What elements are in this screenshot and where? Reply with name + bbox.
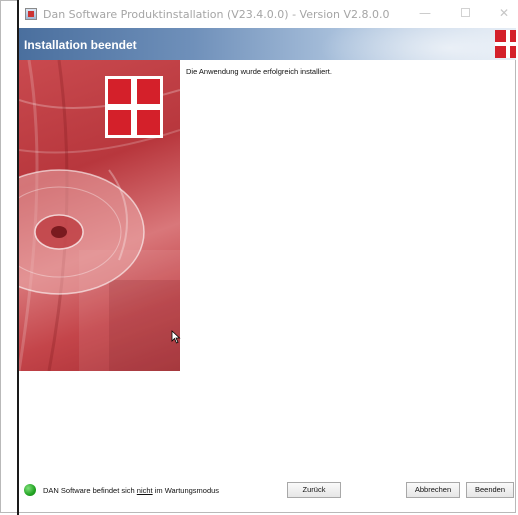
installer-side-image (19, 60, 180, 371)
page-title: Installation beendet (24, 38, 137, 52)
title-bar[interactable]: Dan Software Produktinstallation (V23.4.… (19, 0, 516, 28)
status-text-before: DAN Software befindet sich (43, 486, 137, 495)
close-button[interactable]: ✕ (497, 6, 511, 20)
success-message: Die Anwendung wurde erfolgreich installi… (186, 67, 332, 76)
dan-logo-small (495, 30, 516, 58)
window-title: Dan Software Produktinstallation (V23.4.… (43, 7, 390, 21)
page-header-banner: Installation beendet (19, 28, 516, 60)
back-button[interactable]: Zurück (287, 482, 341, 498)
maintenance-status-text: DAN Software befindet sich nicht im Wart… (43, 486, 219, 495)
mouse-cursor-icon (171, 330, 181, 344)
maximize-icon (460, 8, 470, 17)
dan-logo-large (105, 76, 163, 138)
java-app-icon (25, 8, 37, 20)
maximize-button[interactable] (458, 6, 472, 20)
status-text-after: im Wartungsmodus (152, 486, 220, 495)
status-text-emphasis: nicht (136, 486, 153, 495)
maintenance-status-indicator-icon (24, 484, 36, 496)
cancel-button[interactable]: Abbrechen (406, 482, 460, 498)
finish-button[interactable]: Beenden (466, 482, 514, 498)
footer-bar: DAN Software befindet sich nicht im Wart… (19, 479, 516, 501)
minimize-button[interactable]: — (418, 6, 432, 20)
